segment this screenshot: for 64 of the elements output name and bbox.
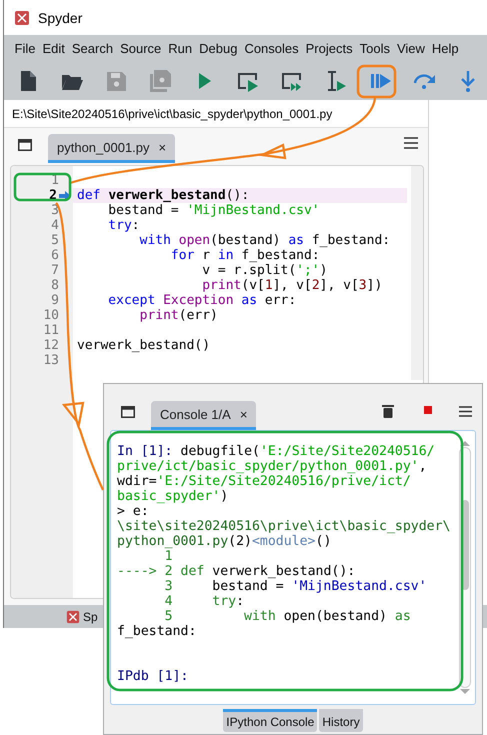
line-number: 12	[43, 338, 59, 353]
line-number: 5	[51, 233, 59, 248]
undock-icon[interactable]	[18, 139, 32, 151]
console-line: 4 try:	[164, 594, 246, 609]
window-title: Spyder	[38, 10, 82, 26]
line-number: 6	[51, 248, 59, 263]
menu-item[interactable]: Source	[116, 39, 165, 58]
menu-item[interactable]: Projects	[302, 39, 356, 58]
line-number: 9	[51, 293, 59, 308]
code-line: for r in f_bestand:	[170, 248, 321, 263]
menu-item[interactable]: Edit	[38, 39, 68, 58]
menu-item[interactable]: Help	[428, 39, 462, 58]
menu-item[interactable]: Search	[68, 39, 117, 58]
console-line: wdir='E:/Site/Site20240516/prive/ict/	[117, 474, 412, 489]
console-prompt[interactable]: IPdb [1]:	[117, 669, 455, 684]
code-line: bestand = 'MijnBestand.csv'	[107, 203, 321, 218]
menu-item[interactable]: Debug	[196, 39, 241, 58]
console-line: python_0001.py(2)<module>()	[117, 534, 332, 549]
console-line: In [1]: debugfile('E:/Site/Site20240516/	[117, 444, 436, 459]
status-text: Sp	[83, 610, 98, 624]
code-line: print(err)	[138, 308, 219, 323]
menu-item[interactable]: View	[393, 39, 428, 58]
line-number: 3	[51, 203, 59, 218]
line-number: 2	[49, 188, 57, 203]
app-logo-icon	[66, 610, 80, 624]
trash-icon[interactable]	[382, 404, 394, 418]
line-number: 7	[51, 263, 59, 278]
console-line: 5 with open(bestand) as	[164, 609, 412, 624]
highlight-frame	[356, 64, 396, 98]
line-number: 10	[43, 308, 59, 323]
file-path: E:\Site\Site20240516\prive\ict\basic_spyder\python_0001.py	[12, 106, 332, 120]
menu-item[interactable]: Tools	[356, 39, 394, 58]
highlight-frame	[14, 172, 72, 202]
scrollbar-track[interactable]	[411, 166, 423, 380]
pane-tab[interactable]: History	[319, 709, 363, 732]
console-line: 1	[164, 549, 174, 564]
current-line-arrow-icon	[59, 190, 71, 200]
console-line: basic_spyder')	[117, 489, 230, 504]
line-number: 4	[51, 218, 59, 233]
console-line: \site\site20240516\prive\ict\basic_spyder\	[117, 519, 452, 534]
undock-icon[interactable]	[121, 406, 135, 418]
code-line: except Exception as err:	[107, 293, 298, 308]
code-line: verwerk_bestand()	[76, 338, 212, 353]
app-logo-icon	[14, 10, 30, 26]
console-line: f_bestand:	[117, 624, 198, 639]
menu-item[interactable]: Consoles	[240, 39, 302, 58]
code-line: try:	[107, 218, 141, 233]
code-line: with open(bestand) as f_bestand:	[138, 233, 392, 248]
line-number: 11	[43, 323, 59, 338]
console-line: 3 bestand = 'MijnBestand.csv'	[164, 579, 428, 594]
console-line: prive/ict/basic_spyder/python_0001.py',	[117, 459, 428, 474]
menu-icon[interactable]	[404, 137, 418, 149]
menu-item[interactable]: File	[11, 39, 39, 58]
code-line: v = r.split(';')	[201, 263, 328, 278]
console-tab[interactable]: Console 1/A ×	[151, 401, 256, 430]
line-number: 8	[51, 278, 59, 293]
code-line: print(v[1], v[2], v[3])	[201, 278, 384, 293]
menu-item[interactable]: Run	[164, 39, 196, 58]
console-line: > e:	[117, 504, 150, 519]
editor-tab[interactable]: python_0001.py ×	[48, 134, 176, 163]
line-number: 13	[43, 353, 59, 368]
console-line: ----> 2 def verwerk_bestand():	[117, 564, 356, 579]
menu-icon[interactable]	[459, 406, 472, 417]
pane-tab[interactable]: IPython Console	[223, 709, 318, 732]
